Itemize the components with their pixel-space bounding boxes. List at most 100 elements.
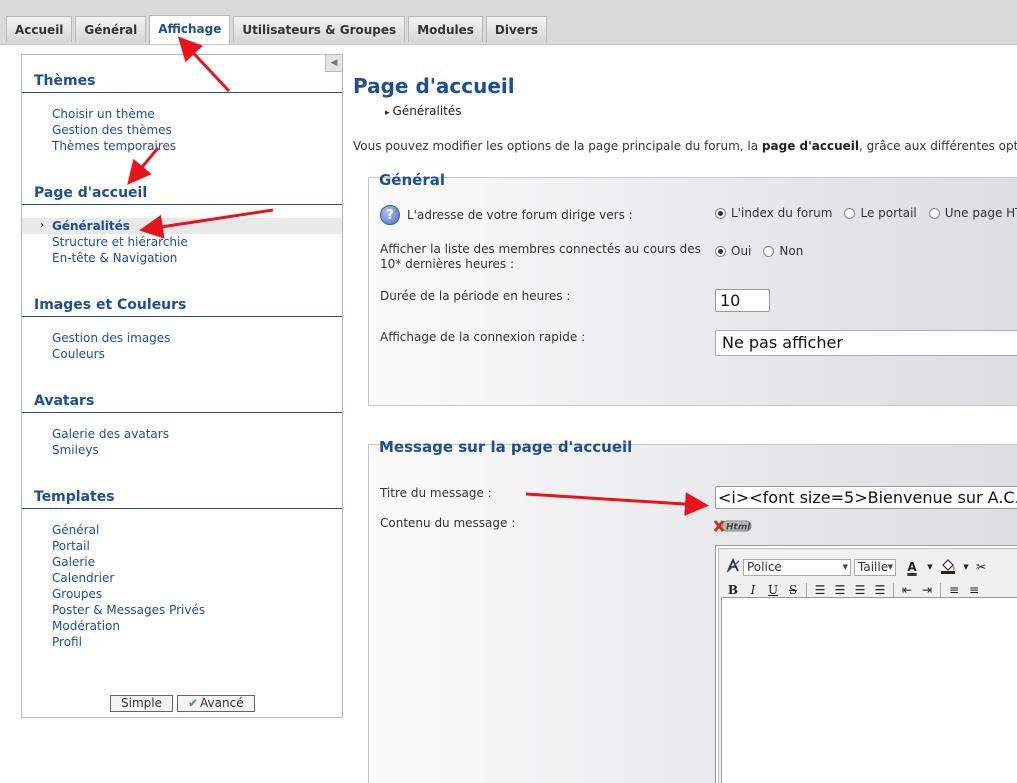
sidebar-item[interactable]: Gestion des thèmes (22, 122, 342, 138)
members-radios: Oui Non (715, 244, 815, 258)
sidebar-item[interactable]: Profil (22, 634, 342, 650)
caret-down-icon[interactable]: ▼ (925, 558, 935, 576)
sidebar-item-label: Calendrier (52, 571, 115, 585)
sidebar-menu: Galerie des avatars Smileys (22, 426, 342, 458)
sidebar-menu: Choisir un thème Gestion des thèmes Thèmes… (22, 106, 342, 154)
message-fieldset: Message sur la page d'accueil Titre du m… (368, 438, 1017, 783)
members-label: Afficher la liste des membres connectés … (380, 242, 701, 272)
check-icon: ✔ (187, 696, 199, 710)
sidebar-item[interactable]: Couleurs (22, 346, 342, 362)
radio-option[interactable]: Non (763, 244, 803, 258)
intro-text: Vous pouvez modifier les options de la p… (353, 139, 1017, 153)
forum-address-radios: L'index du forum Le portail Une page HT (715, 206, 1017, 220)
sidebar-section-title[interactable]: Images et Couleurs (22, 297, 342, 317)
advanced-button[interactable]: ✔ Avancé (176, 695, 255, 712)
sidebar-item[interactable]: Groupes (22, 586, 342, 602)
sidebar-item-label: Portail (52, 539, 90, 553)
rich-text-editor: Police ▼ Taille ▼ A ▼ ▼ ✂ B I U S ☰ ☰ ☰ … (715, 545, 1017, 783)
radio-button[interactable] (844, 207, 856, 219)
radio-button[interactable] (763, 245, 775, 257)
mode-buttons: Simple ✔ Avancé (110, 695, 255, 712)
sidebar-section: Avatars Galerie des avatars Smileys (22, 393, 342, 458)
size-select-label: Taille (858, 559, 889, 574)
general-fieldset: Général ? L'adresse de votre forum dirig… (368, 171, 1017, 406)
quick-login-select[interactable]: Ne pas afficher (715, 330, 1017, 356)
tab-général[interactable]: Général (75, 16, 147, 42)
period-input[interactable]: 10 (715, 289, 770, 312)
sidebar-item[interactable]: Thèmes temporaires (22, 138, 342, 154)
font-select[interactable]: Police ▼ (743, 558, 851, 576)
sidebar-item[interactable]: Calendrier (22, 570, 342, 586)
sidebar-item[interactable]: Choisir un thème (22, 106, 342, 122)
sidebar-item-label: Généralités (52, 219, 130, 233)
bucket-svg (941, 559, 955, 574)
sidebar-item-label: Général (52, 523, 100, 537)
members-label-line2: 10* dernières heures : (380, 257, 515, 271)
sidebar-item[interactable]: Galerie (22, 554, 342, 570)
radio-option[interactable]: Une page HT (928, 206, 1017, 220)
sidebar-item-label: Galerie des avatars (52, 427, 169, 441)
message-title: Message sur la page d'accueil (379, 438, 633, 456)
intro-pre: Vous pouvez modifier les options de la p… (353, 139, 762, 153)
editor-toolbar-area: Police ▼ Taille ▼ A ▼ ▼ ✂ B I U S ☰ ☰ ☰ … (718, 548, 1017, 783)
sidebar-section-title[interactable]: Templates (22, 489, 342, 509)
msg-title-input[interactable]: <i><font size=5>Bienvenue sur A.C.B. (715, 486, 1017, 509)
format-svg (726, 558, 740, 573)
intro-post: , grâce aux différentes options c (859, 139, 1017, 153)
highlight-color-icon[interactable] (935, 558, 961, 576)
cut-icon[interactable]: ✂ (971, 558, 991, 576)
sidebar-item[interactable]: Smileys (22, 442, 342, 458)
sidebar-section-title[interactable]: Thèmes (22, 73, 342, 93)
sidebar-item-label: Gestion des images (52, 331, 171, 345)
tab-utilisateurs-groupes[interactable]: Utilisateurs & Groupes (233, 16, 406, 42)
radio-option[interactable]: L'index du forum (715, 206, 832, 220)
tab-affichage[interactable]: Affichage (149, 15, 231, 44)
sidebar-item-label: Modération (52, 619, 120, 633)
sidebar-section: Page d'accueil › Généralités Structure et h… (22, 185, 342, 266)
collapse-panel-icon[interactable]: ◀ (325, 55, 342, 72)
font-select-label: Police (747, 559, 782, 574)
period-label: Durée de la période en heures : (380, 289, 571, 303)
simple-button[interactable]: Simple (110, 695, 173, 712)
sidebar-menu: Gestion des images Couleurs (22, 330, 342, 362)
sidebar-item[interactable]: Modération (22, 618, 342, 634)
help-icon[interactable]: ? (380, 205, 400, 225)
tab-accueil[interactable]: Accueil (6, 16, 73, 42)
radio-button[interactable] (715, 207, 726, 219)
sidebar-item[interactable]: Galerie des avatars (22, 426, 342, 442)
sidebar-item[interactable]: › Généralités (22, 218, 342, 234)
sidebar-section-title[interactable]: Avatars (22, 393, 342, 413)
sidebar-menu: Général Portail Galerie Calendrier Groupes Po… (22, 522, 342, 650)
sidebar-item[interactable]: Portail (22, 538, 342, 554)
radio-label: Une page HT (944, 206, 1017, 220)
html-mode-icon[interactable]: Html (713, 518, 753, 534)
toolbar-row-1: Police ▼ Taille ▼ A ▼ ▼ ✂ (723, 557, 991, 577)
page-title: Page d'accueil (353, 74, 515, 98)
radio-button[interactable] (928, 207, 940, 219)
tab-divers[interactable]: Divers (485, 16, 548, 42)
radio-label: Non (779, 244, 804, 258)
message-content-editor[interactable] (721, 597, 1017, 783)
size-select[interactable]: Taille ▼ (854, 558, 896, 576)
chevron-right-icon: › (40, 220, 45, 231)
format-icon[interactable] (723, 558, 743, 576)
sidebar-item[interactable]: Structure et hiérarchie (22, 234, 342, 250)
radio-option[interactable]: Le portail (844, 206, 917, 220)
msg-title-label: Titre du message : (380, 486, 492, 500)
tab-modules[interactable]: Modules (408, 16, 483, 42)
sidebar-item-label: Couleurs (52, 347, 105, 361)
sidebar-menu: › Généralités Structure et hiérarchie En-tê… (22, 218, 342, 266)
caret-down-icon[interactable]: ▼ (961, 558, 971, 576)
members-label-line1: Afficher la liste des membres connectés … (380, 242, 701, 256)
sidebar-item[interactable]: Général (22, 522, 342, 538)
sidebar-item[interactable]: Gestion des images (22, 330, 342, 346)
radio-option[interactable]: Oui (715, 244, 751, 258)
sidebar-item[interactable]: Poster & Messages Privés (22, 602, 342, 618)
bullet-icon: ▸ (385, 108, 390, 118)
tabs: Accueil Général Affichage Utilisateurs & Gr… (6, 15, 550, 44)
radio-button[interactable] (715, 245, 726, 257)
text-color-icon[interactable]: A (899, 558, 925, 576)
msg-content-label: Contenu du message : (380, 516, 516, 530)
sidebar-section-title[interactable]: Page d'accueil (22, 185, 342, 205)
sidebar-item[interactable]: En-tête & Navigation (22, 250, 342, 266)
